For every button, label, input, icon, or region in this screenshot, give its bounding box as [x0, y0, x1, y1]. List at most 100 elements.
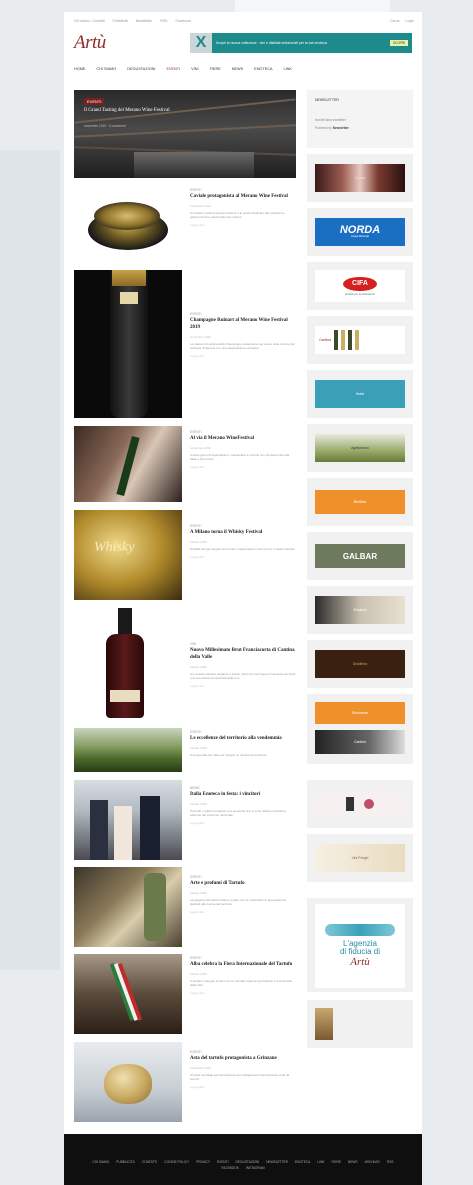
- footer-link[interactable]: INSTAGRAM: [246, 1166, 265, 1170]
- footer-link[interactable]: FIERE: [332, 1160, 341, 1164]
- article-card[interactable]: EVENTI Al via il Merano WineFestival nov…: [74, 426, 296, 502]
- topbar-link[interactable]: Chi siamo / Contatti: [74, 19, 105, 23]
- ad-slot[interactable]: L'agenzia di fiducia di Artù: [307, 898, 413, 992]
- footer-link[interactable]: LINK: [317, 1160, 324, 1164]
- ad-slot[interactable]: CIFA prodotti per la ristorazione: [307, 262, 413, 310]
- article-category[interactable]: EVENTI: [190, 956, 296, 960]
- article-card[interactable]: EVENTI Arte e profumi di Tartufo ottobre…: [74, 867, 296, 947]
- article-title[interactable]: Asta del tartufo protagonista a Grinzane: [190, 1056, 296, 1063]
- nav-item[interactable]: FIERE: [210, 67, 221, 71]
- nav-item[interactable]: HOME: [74, 67, 85, 71]
- read-more-link[interactable]: Leggi tutto: [190, 821, 296, 825]
- nav-item-active[interactable]: EVENTI: [166, 67, 180, 71]
- ad-slot[interactable]: Ristorante Cantine: [307, 694, 413, 764]
- article-image[interactable]: [74, 780, 182, 860]
- hero-title[interactable]: Il Grand Tasting del Merano Wine Festiva…: [84, 108, 170, 113]
- article-image[interactable]: [74, 188, 182, 272]
- topbar-link[interactable]: Pubblicità: [113, 19, 128, 23]
- ad-image[interactable]: NORDA Acqua Minerale: [315, 218, 405, 246]
- footer-link[interactable]: ARCHIVIO: [364, 1160, 379, 1164]
- article-category[interactable]: NEWS: [190, 786, 296, 790]
- ad-image[interactable]: GALBAR: [315, 544, 405, 568]
- ad-image[interactable]: Salumi: [315, 164, 405, 192]
- ad-image[interactable]: Cantina: [315, 326, 405, 354]
- article-title[interactable]: Arte e profumi di Tartufo: [190, 881, 296, 888]
- ad-slot[interactable]: Birrificio: [307, 478, 413, 526]
- article-card[interactable]: VINI Nuovo Millesimato Brut Franciacorta…: [74, 606, 296, 720]
- article-category[interactable]: VINI: [190, 642, 296, 646]
- topbar-link[interactable]: RSS: [160, 19, 167, 23]
- ad-image[interactable]: [315, 1006, 405, 1042]
- ad-image[interactable]: Vini Pregio: [315, 844, 405, 872]
- article-title[interactable]: Al via il Merano WineFestival: [190, 436, 296, 443]
- hero-article[interactable]: EVENTI Il Grand Tasting del Merano Wine …: [74, 90, 296, 178]
- read-more-link[interactable]: Leggi tutto: [190, 991, 296, 995]
- article-category[interactable]: EVENTI: [190, 730, 296, 734]
- nav-item[interactable]: VINI: [191, 67, 198, 71]
- ad-slot[interactable]: Cantina: [307, 316, 413, 364]
- article-category[interactable]: EVENTI: [190, 875, 296, 879]
- footer-link[interactable]: COOKIE POLICY: [164, 1160, 189, 1164]
- ad-slot[interactable]: [307, 1000, 413, 1048]
- ad-slot[interactable]: Vini Pregio: [307, 834, 413, 882]
- ad-image[interactable]: [315, 790, 405, 818]
- ad-image[interactable]: Ristorante: [315, 702, 405, 724]
- article-image[interactable]: [74, 426, 182, 502]
- hero-category-badge[interactable]: EVENTI: [84, 98, 105, 105]
- article-card[interactable]: EVENTI Le eccellenze del territorio alla…: [74, 728, 296, 772]
- ad-image[interactable]: Agriturismo: [315, 434, 405, 462]
- article-title[interactable]: Nuovo Millesimato Brut Franciacorta di C…: [190, 648, 296, 662]
- article-card[interactable]: Whisky EVENTI A Milano torna il Whisky F…: [74, 510, 296, 600]
- article-title[interactable]: Le eccellenze del territorio alla vendem…: [190, 736, 296, 743]
- footer-link[interactable]: DEGUSTAZIONI: [236, 1160, 260, 1164]
- article-image[interactable]: [74, 606, 182, 720]
- footer-link[interactable]: RSS: [387, 1160, 394, 1164]
- article-title[interactable]: Champagne Ruinart al Merano Wine Festiva…: [190, 318, 296, 332]
- article-image[interactable]: [74, 867, 182, 947]
- read-more-link[interactable]: Leggi tutto: [190, 354, 296, 358]
- top-banner-ad[interactable]: X Scopri la nuova collezione · vini e di…: [190, 33, 412, 53]
- ad-slot[interactable]: GALBAR: [307, 532, 413, 580]
- read-more-link[interactable]: Leggi tutto: [190, 684, 296, 688]
- ad-image[interactable]: Birrificio: [315, 490, 405, 514]
- article-title[interactable]: Alba celebra la Fiera Internazionale del…: [190, 962, 296, 969]
- ad-slot[interactable]: Distilleria: [307, 640, 413, 688]
- article-category[interactable]: EVENTI: [190, 430, 296, 434]
- footer-link[interactable]: NEWS: [348, 1160, 358, 1164]
- article-card[interactable]: EVENTI Caviale protagonista al Merano Wi…: [74, 188, 296, 272]
- read-more-link[interactable]: Leggi tutto: [190, 465, 296, 469]
- nav-item[interactable]: CHI SIAMO: [96, 67, 116, 71]
- footer-link[interactable]: NEWSLETTER: [266, 1160, 288, 1164]
- nav-item[interactable]: LINK: [284, 67, 292, 71]
- article-title[interactable]: Italia Enoteca in festa: i vincitori: [190, 792, 296, 799]
- read-more-link[interactable]: Leggi tutto: [190, 555, 296, 559]
- article-title[interactable]: A Milano torna il Whisky Festival: [190, 530, 296, 537]
- footer-link[interactable]: CHI SIAMO: [93, 1160, 110, 1164]
- footer-link[interactable]: PUBBLICITÀ: [116, 1160, 135, 1164]
- article-image[interactable]: Whisky: [74, 510, 182, 600]
- article-card[interactable]: EVENTI Alba celebra la Fiera Internazion…: [74, 954, 296, 1034]
- ad-image[interactable]: Distilleria: [315, 650, 405, 678]
- article-category[interactable]: EVENTI: [190, 1050, 296, 1054]
- footer-link[interactable]: EVENTI: [217, 1160, 229, 1164]
- ad-slot[interactable]: Agriturismo: [307, 424, 413, 472]
- nav-item[interactable]: NEWS: [232, 67, 243, 71]
- ad-image[interactable]: CIFA prodotti per la ristorazione: [315, 270, 405, 302]
- ad-slot[interactable]: Salumi: [307, 154, 413, 202]
- ad-image[interactable]: Hotel: [315, 380, 405, 408]
- article-image[interactable]: [74, 954, 182, 1034]
- article-title[interactable]: Caviale protagonista al Merano Wine Fest…: [190, 194, 296, 201]
- read-more-link[interactable]: Leggi tutto: [190, 910, 296, 914]
- article-image[interactable]: [74, 728, 182, 772]
- nav-item[interactable]: ENOTECA: [254, 67, 272, 71]
- nav-item[interactable]: DEGUSTAZIONI: [127, 67, 155, 71]
- ad-slot[interactable]: NORDA Acqua Minerale: [307, 208, 413, 256]
- article-card[interactable]: NEWS Italia Enoteca in festa: i vincitor…: [74, 780, 296, 860]
- ad-image[interactable]: Enoteca: [315, 596, 405, 624]
- footer-link[interactable]: FACEBOOK: [221, 1166, 239, 1170]
- topbar-link[interactable]: Facebook: [175, 19, 190, 23]
- read-more-link[interactable]: Leggi tutto: [190, 1085, 296, 1089]
- login-link[interactable]: Login: [405, 19, 414, 23]
- footer-link[interactable]: CONTATTI: [142, 1160, 157, 1164]
- article-category[interactable]: EVENTI: [190, 312, 296, 316]
